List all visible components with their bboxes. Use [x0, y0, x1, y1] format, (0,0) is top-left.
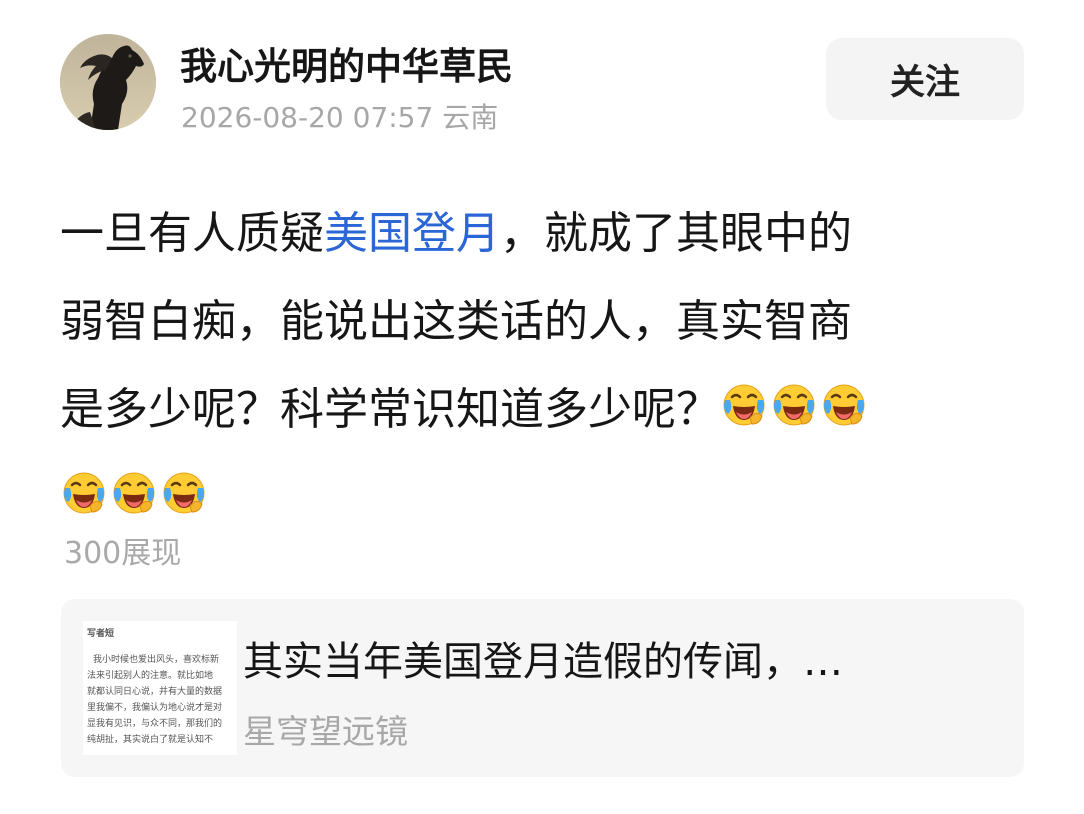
thumbnail-text: 我小时候也爱出风头，喜欢标新 [93, 655, 220, 665]
article-source: 星穹望远镜 [243, 712, 408, 751]
linked-article-card[interactable]: 写者短 我小时候也爱出风头，喜欢标新 法来引起别人的注意。就比如地 就都认同日心… [61, 599, 1024, 777]
content-text: 一旦有人质疑 [60, 208, 324, 259]
thumbnail-text: 法来引起别人的注意。就比如地 [87, 671, 214, 681]
content-line-1: 一旦有人质疑美国登月，就成了其眼中的 [60, 190, 1045, 278]
face-with-tears-of-joy-icon [820, 380, 868, 428]
face-with-tears-of-joy-icon [60, 468, 108, 516]
post-meta: 2026-08-20 07:57 云南 [181, 101, 499, 134]
thumbnail-text: 显我有见识，与众不同，那我们的 [87, 719, 223, 729]
content-text: ，就成了其眼中的 [500, 208, 852, 259]
face-with-tears-of-joy-icon [770, 380, 818, 428]
follow-button[interactable]: 关注 [826, 38, 1024, 120]
thumbnail-text: 就都认同日心说，并有大量的数据 [87, 687, 223, 697]
avatar[interactable] [60, 34, 156, 130]
content-line-3: 是多少呢？科学常识知道多少呢？ [60, 366, 1045, 454]
thumbnail-text: 写者短 [87, 629, 115, 639]
thumbnail-text: 纯胡扯，其实说白了就是认知不 [87, 735, 214, 745]
author-name[interactable]: 我心光明的中华草民 [180, 36, 513, 90]
view-count: 300展现 [64, 536, 182, 571]
face-with-tears-of-joy-icon [110, 468, 158, 516]
thumbnail-text: 里我偏不，我偏认为地心说才是对 [87, 703, 223, 713]
article-thumbnail: 写者短 我小时候也爱出风头，喜欢标新 法来引起别人的注意。就比如地 就都认同日心… [83, 621, 237, 755]
face-with-tears-of-joy-icon [160, 468, 208, 516]
content-line-4 [60, 454, 1045, 542]
content-line-2: 弱智白痴，能说出这类话的人，真实智商 [60, 296, 852, 347]
content-text: 是多少呢？科学常识知道多少呢？ [60, 384, 720, 435]
horse-avatar-image [60, 34, 156, 130]
article-title: 其实当年美国登月造假的传闻，… [243, 639, 843, 685]
face-with-tears-of-joy-icon [720, 380, 768, 428]
post-content: 一旦有人质疑美国登月，就成了其眼中的 弱智白痴，能说出这类话的人，真实智商 是多… [60, 190, 1045, 542]
topic-link[interactable]: 美国登月 [324, 208, 500, 259]
